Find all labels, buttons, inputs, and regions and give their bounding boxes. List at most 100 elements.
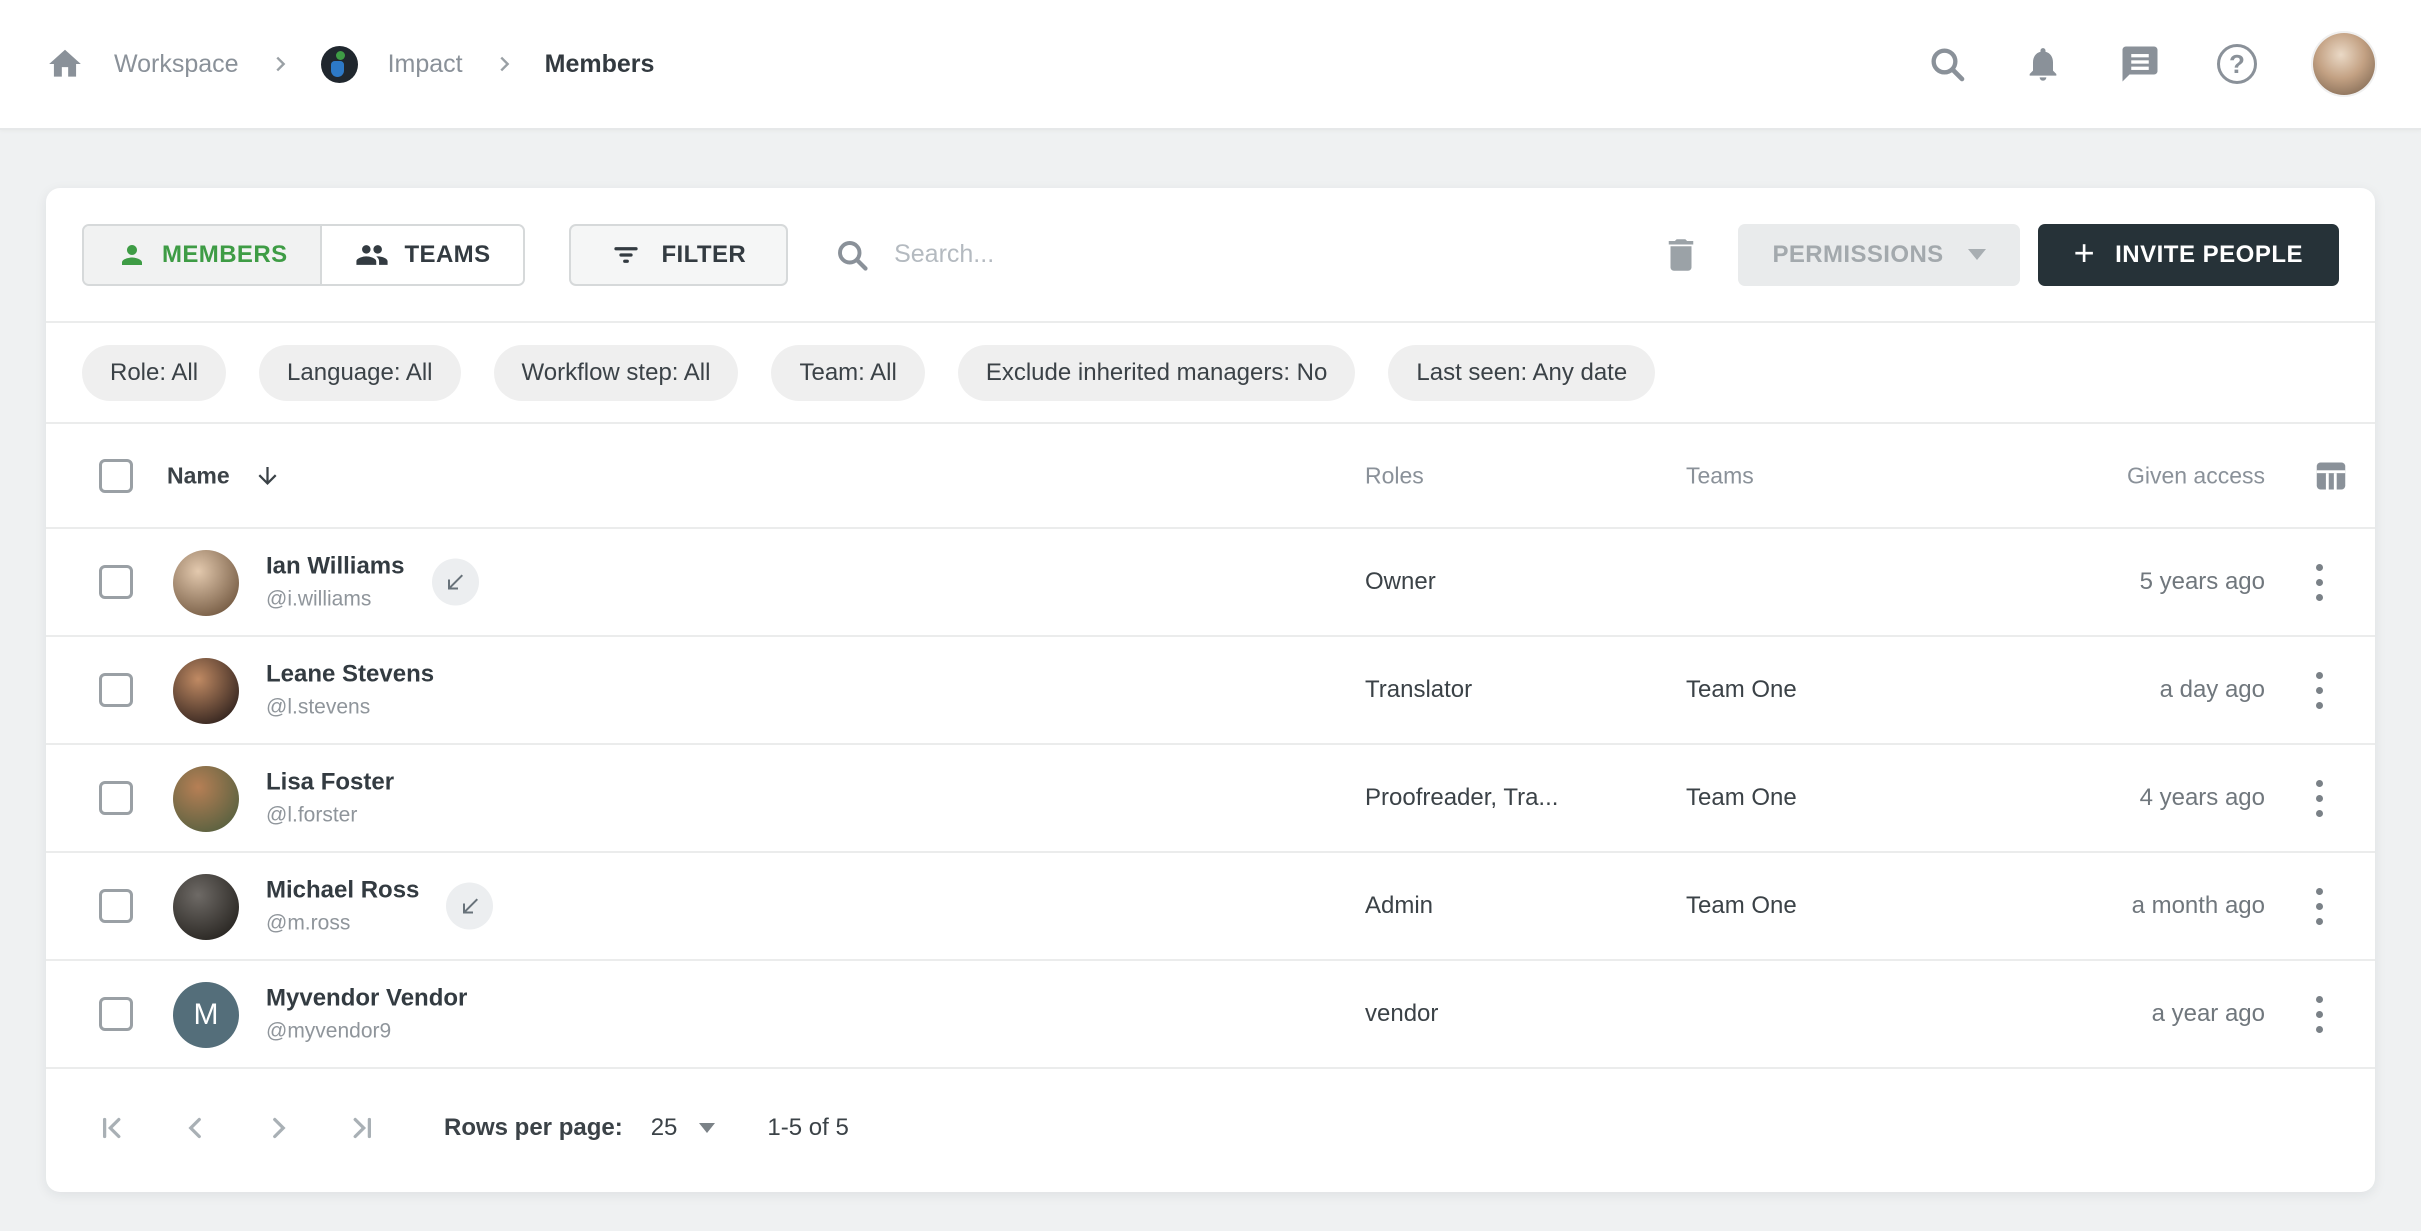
given-access-cell: a month ago [2132,892,2265,920]
invite-people-button[interactable]: + INVITE PEOPLE [2038,224,2339,286]
pagination-bar: Rows per page: 25 1-5 of 5 [46,1069,2375,1186]
rows-per-page-select[interactable]: 25 [651,1114,716,1142]
search-icon[interactable] [1927,44,1967,84]
member-identity: Lisa Foster @l.forster [266,769,394,828]
table-row: Ian Williams @i.williams Owner 5 years a… [46,529,2375,637]
chip-team[interactable]: Team: All [771,345,924,401]
breadcrumb-current-page: Members [545,50,655,79]
given-access-cell: a day ago [2160,676,2265,704]
column-name-label: Name [167,462,230,489]
member-name[interactable]: Leane Stevens [266,661,434,689]
table-row: Leane Stevens @l.stevens Translator Team… [46,637,2375,745]
login-arrow-badge [446,883,493,930]
filter-icon [611,240,641,270]
last-page-icon[interactable] [346,1111,380,1145]
teams-cell: Team One [1686,892,1797,920]
previous-page-icon[interactable] [178,1111,212,1145]
column-settings-icon[interactable] [2313,458,2349,494]
row-checkbox[interactable] [99,781,133,815]
roles-cell: Proofreader, Tra... [1365,784,1558,812]
members-card: MEMBERS TEAMS FILTER PERMISSIONS [46,188,2375,1192]
member-name[interactable]: Ian Williams [266,553,405,581]
arrow-down-left-icon [458,894,482,918]
rows-per-page-label: Rows per page: [444,1114,623,1142]
row-checkbox[interactable] [99,889,133,923]
home-icon[interactable] [46,45,84,83]
row-menu-kebab-icon[interactable] [2295,554,2343,610]
chip-last-seen[interactable]: Last seen: Any date [1388,345,1655,401]
members-teams-toggle: MEMBERS TEAMS [82,224,525,286]
avatar [173,658,239,724]
delete-trash-icon[interactable] [1660,234,1702,276]
chip-language[interactable]: Language: All [259,345,460,401]
select-all-checkbox[interactable] [99,459,133,493]
search-icon [834,237,870,273]
login-arrow-badge [432,559,479,606]
chevron-right-icon [269,53,291,75]
plus-icon: + [2074,235,2096,271]
first-page-icon[interactable] [94,1111,128,1145]
column-teams: Teams [1686,462,1754,489]
next-page-icon[interactable] [262,1111,296,1145]
toolbar-actions: PERMISSIONS + INVITE PEOPLE [1660,224,2339,286]
teams-cell: Team One [1686,784,1797,812]
row-checkbox[interactable] [99,565,133,599]
toolbar: MEMBERS TEAMS FILTER PERMISSIONS [46,188,2375,323]
top-bar: Workspace Impact Members ? [0,0,2421,130]
column-given-access: Given access [2127,462,2265,489]
avatar [173,766,239,832]
row-menu-kebab-icon[interactable] [2295,662,2343,718]
pagination-range: 1-5 of 5 [767,1114,848,1142]
tab-members[interactable]: MEMBERS [84,226,322,284]
row-menu-kebab-icon[interactable] [2295,878,2343,934]
row-checkbox[interactable] [99,673,133,707]
permissions-button[interactable]: PERMISSIONS [1738,224,2019,286]
user-avatar[interactable] [2313,33,2375,95]
filter-button-label: FILTER [661,241,746,269]
members-table-body: Ian Williams @i.williams Owner 5 years a… [46,529,2375,1069]
member-username: @myvendor9 [266,1020,467,1044]
messages-chat-icon[interactable] [2119,43,2161,85]
tab-teams[interactable]: TEAMS [322,226,523,284]
chip-workflow-step[interactable]: Workflow step: All [494,345,739,401]
table-row: M Myvendor Vendor @myvendor9 vendor a ye… [46,961,2375,1069]
notifications-bell-icon[interactable] [2023,44,2063,84]
column-name[interactable]: Name [167,462,281,489]
topbar-actions: ? [1927,33,2375,95]
breadcrumb-workspace[interactable]: Workspace [114,50,239,79]
column-roles: Roles [1365,462,1424,489]
member-name[interactable]: Lisa Foster [266,769,394,797]
avatar [173,550,239,616]
table-row: Lisa Foster @l.forster Proofreader, Tra.… [46,745,2375,853]
people-icon [355,238,389,272]
avatar: M [173,982,239,1048]
table-header: Name Roles Teams Given access [46,424,2375,529]
row-checkbox[interactable] [99,997,133,1031]
member-name[interactable]: Michael Ross [266,877,419,905]
roles-cell: Owner [1365,568,1436,596]
project-logo[interactable] [321,46,358,83]
member-identity: Michael Ross @m.ross [266,877,493,936]
chip-exclude-inherited-managers[interactable]: Exclude inherited managers: No [958,345,1356,401]
avatar [173,874,239,940]
filter-button[interactable]: FILTER [569,224,788,286]
given-access-cell: 5 years ago [2140,568,2265,596]
caret-down-icon [1968,249,1986,260]
row-menu-kebab-icon[interactable] [2295,986,2343,1042]
search-input[interactable] [894,240,1324,269]
permissions-button-label: PERMISSIONS [1772,241,1943,269]
member-username: @i.williams [266,588,405,612]
help-icon[interactable]: ? [2217,44,2257,84]
member-name[interactable]: Myvendor Vendor [266,985,467,1013]
breadcrumb-project[interactable]: Impact [388,50,463,79]
row-menu-kebab-icon[interactable] [2295,770,2343,826]
member-identity: Ian Williams @i.williams [266,553,479,612]
member-username: @l.forster [266,804,394,828]
arrow-down-left-icon [443,570,467,594]
person-icon [117,240,147,270]
roles-cell: vendor [1365,1000,1438,1028]
breadcrumb: Workspace Impact Members [46,45,654,83]
chip-role[interactable]: Role: All [82,345,226,401]
tab-teams-label: TEAMS [404,241,490,269]
roles-cell: Translator [1365,676,1472,704]
